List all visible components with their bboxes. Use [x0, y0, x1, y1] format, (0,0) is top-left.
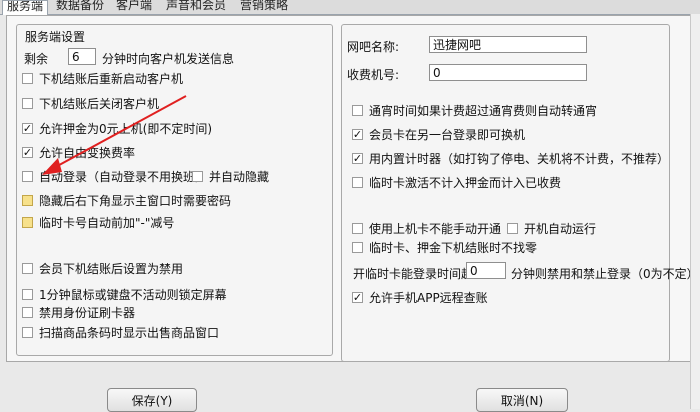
checkbox[interactable]	[22, 262, 33, 274]
checkbox[interactable]	[352, 241, 363, 253]
group-title: 服务端设置	[25, 30, 86, 44]
option-label: 会员卡在另一台登录即可换机	[369, 127, 526, 142]
option-auto-run[interactable]: 开机自动运行	[507, 219, 596, 237]
remain-suffix: 分钟时向客户机发送信息	[102, 52, 235, 66]
checkbox[interactable]	[22, 170, 33, 182]
option-lock-screen[interactable]: 1分钟鼠标或键盘不活动则锁定屏幕	[22, 285, 227, 303]
option-shutdown-client[interactable]: 下机结账后关闭客户机	[22, 94, 159, 112]
tab-sound-member[interactable]: 声音和会员	[162, 0, 230, 13]
option-auto-login[interactable]: 自动登录（自动登录不用换班）	[22, 167, 207, 185]
tab-marketing[interactable]: 营销策略	[236, 0, 292, 13]
option-label: 1分钟鼠标或键盘不活动则锁定屏幕	[39, 287, 227, 302]
option-label: 并自动隐藏	[209, 169, 270, 184]
checkbox[interactable]	[352, 104, 363, 116]
option-disable-id-reader[interactable]: 禁用身份证刷卡器	[22, 303, 135, 321]
option-scan-barcode[interactable]: 扫描商品条码时显示出售商品窗口	[22, 323, 219, 341]
option-no-change[interactable]: 临时卡、押金下机结账时不找零	[352, 238, 537, 256]
option-label: 用内置计时器（如打钩了停电、关机将不计费，不推荐）	[369, 151, 670, 166]
option-label: 使用上机卡不能手动开通	[369, 221, 502, 236]
option-label: 禁用身份证刷卡器	[39, 305, 136, 320]
tab-server[interactable]: 服务端	[2, 0, 49, 15]
option-zero-deposit[interactable]: ✓ 允许押金为0元上机(即不定时间)	[22, 119, 212, 137]
checkbox[interactable]: ✓	[22, 146, 33, 158]
option-label: 允许押金为0元上机(即不定时间)	[39, 121, 212, 136]
option-free-rate[interactable]: ✓ 允许自由变换费率	[22, 143, 135, 161]
checkbox[interactable]	[192, 170, 203, 182]
option-label: 允许手机APP远程查账	[369, 290, 488, 305]
checkbox[interactable]	[507, 222, 518, 234]
checkbox[interactable]	[22, 194, 33, 206]
tab-bar: 服务端 数据备份 客户端 声音和会员 营销策略	[0, 0, 700, 15]
option-member-switch[interactable]: ✓ 会员卡在另一台登录即可换机	[352, 125, 525, 143]
tab-data-backup[interactable]: 数据备份	[52, 0, 108, 13]
option-label: 下机结账后重新启动客户机	[39, 71, 184, 86]
option-member-disable[interactable]: 会员下机结账后设置为禁用	[22, 259, 183, 277]
remain-label: 剩余	[24, 52, 49, 66]
checkbox[interactable]	[22, 216, 33, 228]
option-label: 临时卡号自动前加"-"减号	[39, 215, 175, 230]
netbar-name-label: 网吧名称:	[347, 40, 400, 54]
netbar-name-input[interactable]	[429, 36, 587, 53]
option-label: 临时卡激活不计入押金而计入已收费	[369, 175, 562, 190]
option-no-manual-open[interactable]: 使用上机卡不能手动开通	[352, 219, 501, 237]
option-restart-client[interactable]: 下机结账后重新启动客户机	[22, 69, 183, 87]
option-label: 临时卡、押金下机结账时不找零	[369, 240, 538, 255]
option-app-remote[interactable]: ✓ 允许手机APP远程查账	[352, 288, 488, 306]
save-button[interactable]: 保存(Y)	[107, 388, 197, 412]
option-label: 扫描商品条码时显示出售商品窗口	[39, 325, 220, 340]
option-label: 允许自由变换费率	[39, 145, 136, 160]
option-label: 通宵时间如果计费超过通宵费则自动转通宵	[369, 103, 598, 118]
checkbox[interactable]	[22, 97, 33, 109]
checkbox[interactable]	[22, 72, 33, 84]
checkbox[interactable]	[352, 176, 363, 188]
cashier-input[interactable]	[429, 64, 587, 81]
option-auto-hide[interactable]: 并自动隐藏	[192, 167, 269, 185]
checkbox[interactable]: ✓	[352, 152, 363, 164]
temp-login-prefix: 开临时卡能登录时间超	[353, 267, 474, 281]
option-temp-card-activate[interactable]: 临时卡激活不计入押金而计入已收费	[352, 173, 561, 191]
checkbox[interactable]	[22, 326, 33, 338]
remain-minutes-input[interactable]	[68, 48, 96, 65]
cancel-button[interactable]: 取消(N)	[476, 388, 568, 412]
option-temp-card-prefix[interactable]: 临时卡号自动前加"-"减号	[22, 213, 174, 231]
checkbox[interactable]: ✓	[22, 122, 33, 134]
option-label: 会员下机结账后设置为禁用	[39, 261, 184, 276]
tab-client[interactable]: 客户端	[112, 0, 156, 13]
checkbox[interactable]	[22, 306, 33, 318]
option-label: 下机结账后关闭客户机	[39, 96, 160, 111]
checkbox[interactable]	[22, 288, 33, 300]
cashier-label: 收费机号:	[347, 68, 400, 82]
checkbox[interactable]: ✓	[352, 128, 363, 140]
option-label: 开机自动运行	[524, 221, 597, 236]
option-builtin-timer[interactable]: ✓ 用内置计时器（如打钩了停电、关机将不计费，不推荐）	[352, 149, 669, 167]
option-label: 自动登录（自动登录不用换班）	[39, 169, 208, 184]
checkbox[interactable]	[352, 222, 363, 234]
option-overnight-convert[interactable]: 通宵时间如果计费超过通宵费则自动转通宵	[352, 101, 597, 119]
option-label: 隐藏后右下角显示主窗口时需要密码	[39, 193, 232, 208]
option-hide-password[interactable]: 隐藏后右下角显示主窗口时需要密码	[22, 191, 231, 209]
temp-login-suffix: 分钟则禁用和禁止登录（0为不定）	[511, 267, 699, 281]
checkbox[interactable]: ✓	[352, 291, 363, 303]
scrollbar[interactable]	[690, 14, 700, 409]
temp-login-minutes-input[interactable]	[466, 262, 506, 279]
